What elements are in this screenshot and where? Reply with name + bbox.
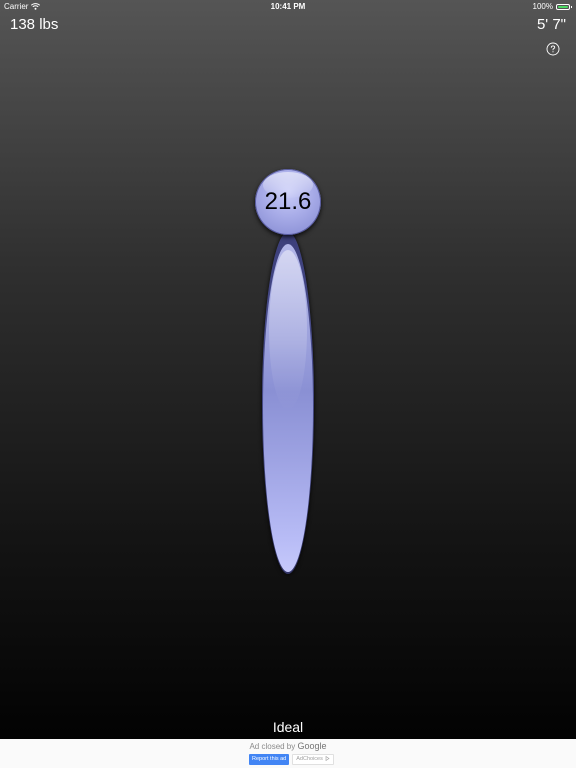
ad-closed-text: Ad closed by Google [0, 741, 576, 751]
question-circle-icon[interactable] [546, 42, 560, 56]
ad-buttons: Report this ad AdChoices [249, 754, 334, 765]
bmi-category-label: Ideal [272, 719, 304, 735]
adchoices-icon [325, 755, 330, 763]
weight-selector[interactable]: 138 lbs [10, 16, 58, 33]
report-ad-button[interactable]: Report this ad [249, 754, 290, 765]
bmi-value: 21.6 [264, 188, 312, 215]
adchoices-label: AdChoices [296, 756, 323, 762]
ad-closed-label: Ad closed by [249, 742, 296, 751]
ad-banner: Ad closed by Google Report this ad AdCho… [0, 739, 576, 768]
google-logo: Google [297, 741, 327, 751]
adchoices-button[interactable]: AdChoices [292, 754, 334, 765]
status-right: 100% [532, 2, 572, 11]
bmi-gauge-highlight [269, 250, 307, 410]
height-selector[interactable]: 5' 7" [537, 16, 566, 33]
battery-icon [556, 3, 572, 10]
battery-percent: 100% [532, 2, 553, 11]
app-screen: Carrier 10:41 PM 100% 138 lbs 5' 7" 21.6… [0, 0, 576, 768]
status-bar: Carrier 10:41 PM 100% [0, 0, 576, 12]
bmi-bubble: 21.6 [255, 169, 321, 235]
status-time: 10:41 PM [270, 2, 306, 11]
